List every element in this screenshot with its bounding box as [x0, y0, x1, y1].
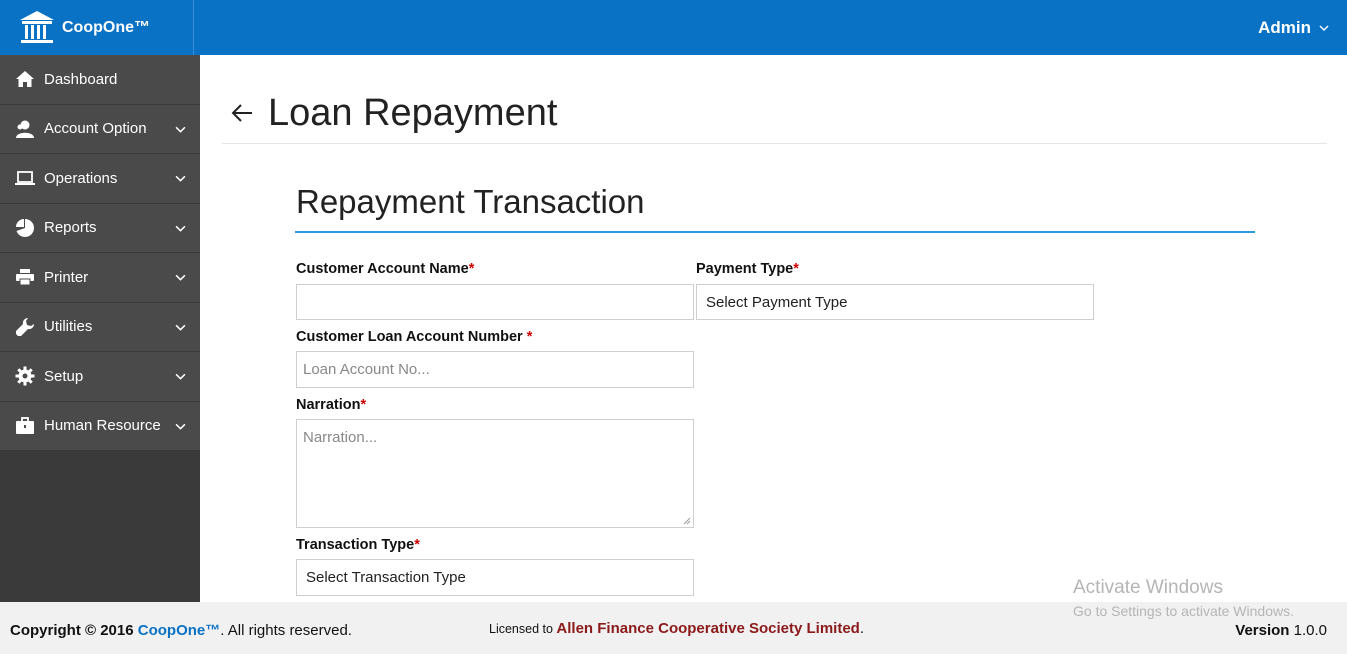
label-text: Payment Type — [696, 261, 794, 277]
page-header: Loan Repayment — [222, 87, 1327, 144]
copyright-brand-link[interactable]: CoopOne™ — [138, 622, 221, 639]
main-content: Loan Repayment Repayment Transaction Cus… — [200, 55, 1347, 602]
sidebar-item-dashboard[interactable]: Dashboard — [0, 55, 200, 105]
required-mark: * — [360, 397, 367, 413]
laptop-icon — [14, 167, 36, 189]
sidebar-item-label: Human Resource — [44, 417, 161, 435]
version-label: Version — [1235, 622, 1290, 639]
sidebar-item-human-resource[interactable]: Human Resource — [0, 402, 200, 451]
chevron-down-icon — [175, 126, 186, 133]
license-info: Licensed to Allen Finance Cooperative So… — [489, 620, 864, 637]
sidebar-item-label: Dashboard — [44, 70, 118, 88]
sidebar-item-printer[interactable]: Printer — [0, 253, 200, 303]
chevron-down-icon — [175, 374, 186, 381]
resize-grip-icon[interactable] — [683, 517, 691, 525]
user-name: Admin — [1258, 17, 1311, 37]
chevron-down-icon — [175, 275, 186, 282]
pie-chart-icon — [14, 217, 36, 239]
brand[interactable]: CoopOne™ — [0, 0, 194, 55]
sidebar-menu: Dashboard Account Option Operations Repo… — [0, 55, 200, 451]
loan-account-number-input[interactable]: Loan Account No... — [296, 351, 694, 388]
user-menu[interactable]: Admin — [1258, 0, 1329, 55]
sidebar-item-label: Utilities — [44, 318, 93, 336]
home-icon — [14, 68, 36, 90]
version-value: 1.0.0 — [1289, 622, 1327, 639]
required-mark: * — [526, 329, 533, 345]
licensed-suffix: . — [859, 620, 864, 637]
customer-account-name-label: Customer Account Name* — [296, 261, 474, 277]
narration-label: Narration* — [296, 397, 366, 413]
required-mark: * — [468, 261, 475, 277]
sidebar-item-label: Setup — [44, 367, 84, 385]
label-text: Customer Loan Account Number — [296, 329, 527, 345]
required-mark: * — [414, 537, 420, 553]
footer: Copyright © 2016 CoopOne™. All rights re… — [0, 602, 1347, 654]
sidebar-item-label: Operations — [44, 169, 118, 187]
sidebar-item-label: Reports — [44, 219, 97, 237]
transaction-type-select[interactable]: Select Transaction Type — [296, 559, 694, 596]
sidebar-item-utilities[interactable]: Utilities — [0, 303, 200, 352]
licensed-org: Allen Finance Cooperative Society Limite… — [556, 620, 860, 637]
page-title: Loan Repayment — [268, 92, 558, 134]
sidebar-item-label: Printer — [44, 268, 89, 286]
transaction-type-label: Transaction Type* — [296, 537, 420, 553]
top-navbar: CoopOne™ Admin — [0, 0, 1347, 55]
sidebar-item-reports[interactable]: Reports — [0, 204, 200, 253]
sidebar: Dashboard Account Option Operations Repo… — [0, 55, 200, 602]
licensed-prefix: Licensed to — [489, 622, 557, 636]
payment-type-label: Payment Type* — [696, 261, 799, 277]
chevron-down-icon — [175, 423, 186, 430]
narration-textarea[interactable]: Narration... — [296, 419, 694, 528]
chevron-down-icon — [1319, 25, 1329, 31]
sidebar-item-operations[interactable]: Operations — [0, 154, 200, 204]
chevron-down-icon — [175, 324, 186, 331]
chevron-down-icon — [175, 225, 186, 232]
bank-logo-icon — [20, 10, 54, 43]
sidebar-item-account-option[interactable]: Account Option — [0, 105, 200, 154]
copyright-prefix: Copyright © 2016 — [10, 622, 138, 639]
chevron-down-icon — [175, 176, 186, 183]
briefcase-icon — [14, 415, 36, 437]
wrench-icon — [14, 316, 36, 338]
printer-icon — [14, 266, 36, 288]
label-text: Transaction Type — [296, 537, 415, 553]
payment-type-select[interactable]: Select Payment Type — [696, 284, 1094, 320]
back-arrow-icon[interactable] — [230, 101, 254, 125]
section-title: Repayment Transaction — [296, 183, 645, 220]
sidebar-item-label: Account Option — [44, 120, 147, 138]
label-text: Customer Account Name — [296, 261, 469, 277]
required-mark: * — [793, 261, 799, 277]
customer-account-name-input[interactable] — [296, 284, 694, 320]
version-info: Version 1.0.0 — [1235, 622, 1327, 639]
label-text: Narration — [296, 397, 361, 413]
sidebar-item-setup[interactable]: Setup — [0, 352, 200, 402]
loan-account-number-label: Customer Loan Account Number * — [296, 329, 532, 345]
user-icon — [14, 118, 36, 140]
copyright-suffix: . All rights reserved. — [220, 622, 352, 639]
narration-placeholder: Narration... — [303, 429, 378, 446]
copyright: Copyright © 2016 CoopOne™. All rights re… — [10, 622, 352, 639]
section-divider — [295, 231, 1255, 233]
brand-name: CoopOne™ — [62, 18, 150, 36]
gear-icon — [14, 365, 36, 387]
